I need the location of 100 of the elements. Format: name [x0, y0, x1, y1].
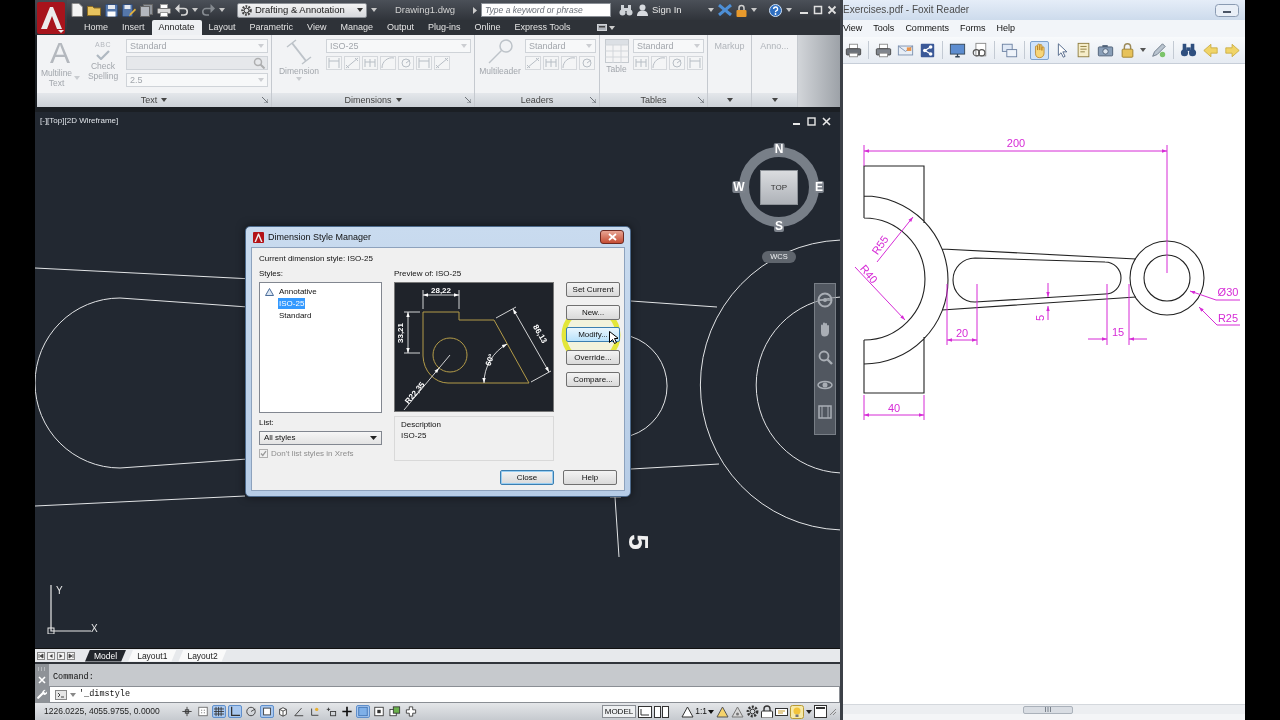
- search-field[interactable]: Type a keyword or phrase: [481, 3, 611, 17]
- ribbon-tab[interactable]: Annotate: [151, 20, 202, 35]
- viewport-controls-label[interactable]: [-][Top][2D Wireframe]: [40, 116, 119, 126]
- model-space-button[interactable]: MODEL: [601, 705, 637, 718]
- overlapping-squares-icon[interactable]: [388, 705, 402, 718]
- menu-item[interactable]: Forms: [959, 23, 986, 34]
- compass-letter[interactable]: S: [774, 220, 784, 233]
- ribbon-tab[interactable]: Plug-ins: [421, 20, 468, 35]
- glasses-document-icon[interactable]: [970, 40, 989, 60]
- command-input-field[interactable]: '_dimstyle: [49, 686, 840, 703]
- horizontal-scrollbar[interactable]: [843, 704, 1245, 714]
- framed-corner-icon[interactable]: [638, 705, 653, 718]
- caret-icon[interactable]: [192, 8, 198, 12]
- close-icon[interactable]: [822, 117, 831, 126]
- binoculars-icon[interactable]: [619, 4, 633, 16]
- caret-icon[interactable]: [726, 98, 733, 102]
- document-lines-icon[interactable]: [1074, 40, 1093, 60]
- gear-icon[interactable]: [746, 705, 759, 718]
- ribbon-tab[interactable]: Output: [380, 20, 422, 35]
- help-icon[interactable]: [768, 3, 782, 17]
- model-tab[interactable]: Model: [85, 649, 127, 662]
- close-icon[interactable]: [827, 5, 837, 15]
- window-icon[interactable]: [814, 705, 827, 718]
- menu-item[interactable]: Comments: [905, 23, 949, 34]
- floppy-pencil-icon[interactable]: [122, 3, 136, 17]
- cube-icon[interactable]: [276, 705, 290, 718]
- ribbon-tab[interactable]: Insert: [115, 20, 152, 35]
- hand-icon[interactable]: [1030, 40, 1049, 60]
- caret-icon[interactable]: [771, 98, 778, 102]
- annotation-scale-button[interactable]: 1:1: [681, 705, 714, 718]
- grid-icon[interactable]: [212, 705, 226, 718]
- steering-wheel-icon[interactable]: [817, 292, 833, 308]
- style-list-item[interactable]: Standard: [278, 310, 313, 321]
- dialog-button[interactable]: Compare...: [566, 372, 620, 387]
- dialog-button[interactable]: Override...: [566, 349, 620, 365]
- list-dropdown[interactable]: All styles: [259, 431, 382, 445]
- menu-item[interactable]: Help: [996, 23, 1015, 34]
- ribbon-tab[interactable]: Manage: [333, 20, 380, 35]
- circle-radius-icon[interactable]: [244, 705, 258, 718]
- terminal-prompt-icon[interactable]: [55, 689, 67, 700]
- menu-item[interactable]: Tools: [873, 23, 895, 34]
- wrench-icon[interactable]: [37, 689, 47, 699]
- first-page-arrow-icon[interactable]: [37, 651, 45, 660]
- scrollbar-thumb[interactable]: [1023, 705, 1073, 714]
- layout-tab[interactable]: Layout2: [178, 649, 227, 662]
- new-file-icon[interactable]: [71, 3, 83, 17]
- undo-arrow-icon[interactable]: [175, 4, 188, 16]
- sign-in-link[interactable]: Sign In: [652, 4, 682, 16]
- ribbon-tab[interactable]: Home: [77, 20, 115, 35]
- small-window-icon[interactable]: [597, 24, 608, 31]
- caret-icon[interactable]: [707, 8, 714, 12]
- angle-icon[interactable]: [292, 705, 306, 718]
- caret-icon[interactable]: [806, 709, 812, 714]
- viewcube-top-face[interactable]: TOP: [760, 170, 798, 205]
- caret-icon[interactable]: [609, 26, 616, 30]
- eye-icon[interactable]: [817, 378, 833, 392]
- film-strip-icon[interactable]: [818, 405, 832, 419]
- padlock-icon[interactable]: [735, 3, 747, 17]
- printer-icon[interactable]: [157, 3, 171, 17]
- close-button[interactable]: [600, 230, 624, 244]
- plus-box-icon[interactable]: [324, 705, 338, 718]
- triangle-right-icon[interactable]: [473, 6, 477, 14]
- ribbon-tab[interactable]: Express Tools: [507, 20, 578, 35]
- minimize-icon[interactable]: [1215, 3, 1239, 17]
- restore-icon[interactable]: [807, 117, 816, 126]
- dialog-button[interactable]: Help: [563, 470, 617, 485]
- plus-icon[interactable]: [340, 705, 354, 718]
- previous-arrow-icon[interactable]: [47, 651, 55, 660]
- plus-outline-icon[interactable]: [404, 705, 418, 718]
- ribbon-tab[interactable]: Online: [467, 20, 508, 35]
- redo-arrow-icon[interactable]: [202, 4, 215, 16]
- compass-letter[interactable]: W: [732, 181, 746, 193]
- compass-letter[interactable]: N: [773, 143, 785, 156]
- caret-icon[interactable]: [750, 8, 757, 12]
- document-stack-icon[interactable]: [140, 3, 153, 17]
- next-arrow-icon[interactable]: [57, 651, 65, 660]
- ribbon-tab[interactable]: Parametric: [242, 20, 301, 35]
- square-icon[interactable]: [260, 705, 274, 718]
- dotted-square-icon[interactable]: [196, 705, 210, 718]
- layout-tab[interactable]: Layout1: [128, 649, 177, 662]
- menu-item[interactable]: View: [843, 23, 863, 34]
- caret-icon[interactable]: [219, 8, 225, 12]
- dialog-button[interactable]: Set Current: [566, 282, 620, 297]
- filled-triangle-icon[interactable]: [716, 705, 729, 718]
- hand-icon[interactable]: [818, 321, 832, 337]
- dialog-button[interactable]: New...: [566, 304, 620, 320]
- crossed-x-icon[interactable]: [717, 4, 732, 16]
- right-angle-icon[interactable]: [228, 705, 242, 718]
- crosshair-square-icon[interactable]: [180, 705, 194, 718]
- workspace-dropdown[interactable]: Drafting & Annotation: [237, 2, 367, 18]
- style-list-item[interactable]: Annotative: [278, 286, 318, 297]
- ribbon-tab[interactable]: Layout: [201, 20, 243, 35]
- dialog-button[interactable]: Close: [500, 470, 554, 485]
- card-icon[interactable]: [775, 705, 788, 718]
- ribbon-tab[interactable]: View: [300, 20, 334, 35]
- maximize-icon[interactable]: [813, 5, 823, 15]
- folder-icon[interactable]: [87, 4, 101, 16]
- caret-icon[interactable]: [785, 8, 792, 12]
- dialog-button[interactable]: Modify...: [566, 327, 620, 342]
- compass-letter[interactable]: E: [814, 181, 824, 193]
